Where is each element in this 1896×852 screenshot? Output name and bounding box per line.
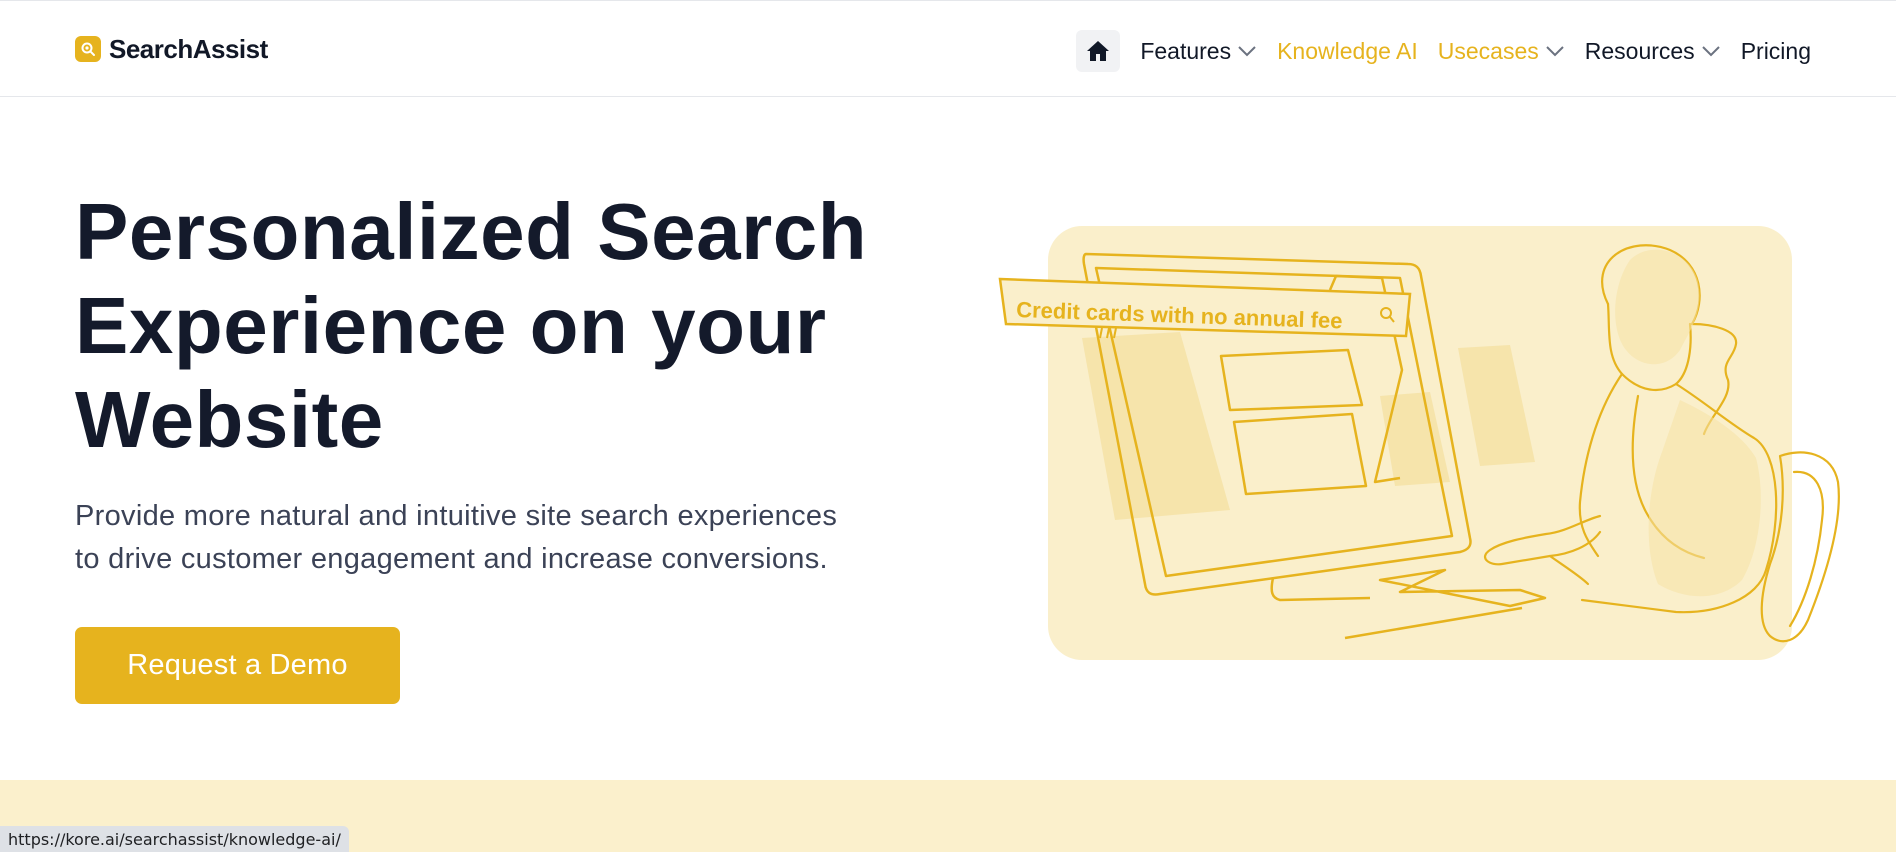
nav-resources[interactable]: Resources [1585,38,1721,65]
nav-knowledge-ai-label: Knowledge AI [1277,37,1418,64]
nav-features[interactable]: Features [1140,38,1257,65]
hero-title-line: Experience on your [75,281,827,370]
hero-subtitle-line: to drive customer engagement and increas… [75,543,828,575]
home-icon [1087,41,1110,61]
nav-knowledge-ai[interactable]: Knowledge AI [1277,38,1418,65]
nav-usecases-label: Usecases [1437,37,1539,64]
chevron-down-icon [1237,45,1257,57]
nav-resources-label: Resources [1584,37,1695,64]
chevron-down-icon [1545,45,1565,57]
home-button[interactable] [1076,30,1121,72]
site-header: SearchAssist Features Knowledge AI Useca… [0,0,1896,97]
request-demo-button[interactable]: Request a Demo [75,627,400,704]
hero-subtitle-line: Provide more natural and intuitive site … [75,500,838,532]
nav-usecases[interactable]: Usecases [1438,38,1565,65]
hero-subtitle: Provide more natural and intuitive site … [75,495,935,581]
hero-illustration: Credit cards with no annual fee [998,226,1840,660]
nav-pricing-label: Pricing [1740,37,1811,64]
status-bar-url: https://kore.ai/searchassist/knowledge-a… [0,826,349,852]
chevron-down-icon [1701,45,1721,57]
nav-features-label: Features [1140,37,1232,64]
hero-title-line: Personalized Search [75,187,868,276]
hero-title: Personalized Search Experience on your W… [75,185,975,467]
main-nav: Features Knowledge AI Usecases Resources… [1076,30,1811,72]
brand-name: SearchAssist [109,33,268,64]
nav-pricing[interactable]: Pricing [1741,38,1811,65]
logo-search-icon [75,36,101,62]
hero-title-line: Website [75,375,384,464]
brand-logo[interactable]: SearchAssist [75,33,268,64]
